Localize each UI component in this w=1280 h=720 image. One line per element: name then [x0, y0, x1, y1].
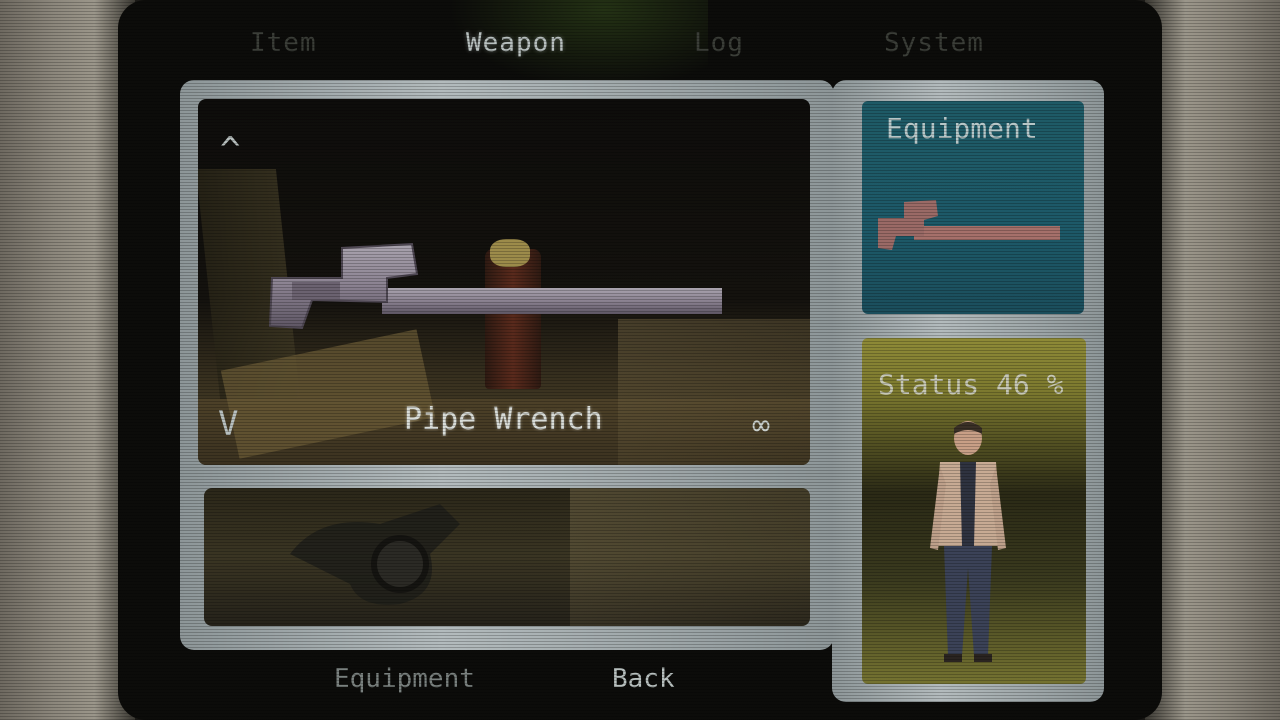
menu-tabs: Item Weapon Log System [0, 28, 1280, 64]
equipment-button[interactable]: Equipment [334, 664, 475, 694]
tab-log[interactable]: Log [694, 28, 744, 58]
back-button[interactable]: Back [612, 664, 675, 694]
scroll-up-arrow[interactable]: ^ [220, 130, 240, 170]
scroll-down-arrow[interactable]: V [218, 404, 238, 444]
status-label: Status 46 % [878, 368, 1063, 401]
status-text: Status [878, 368, 980, 401]
ammo-count: ∞ [752, 408, 771, 443]
status-percent: 46 % [996, 368, 1064, 401]
crt-bezel-right [1145, 0, 1280, 720]
character-figure [930, 421, 1006, 662]
background-light [618, 319, 810, 465]
equipment-title: Equipment [886, 112, 1038, 145]
weapon-name: Pipe Wrench [404, 402, 603, 437]
crt-bezel-left [0, 0, 135, 720]
tab-item[interactable]: Item [250, 28, 317, 58]
tab-weapon[interactable]: Weapon [466, 28, 566, 58]
pipe-wrench-model [268, 242, 722, 330]
pipe-wrench-icon [878, 200, 1060, 250]
tab-system[interactable]: System [884, 28, 984, 58]
background-light-patch [570, 488, 810, 626]
revolver-background [290, 504, 460, 605]
